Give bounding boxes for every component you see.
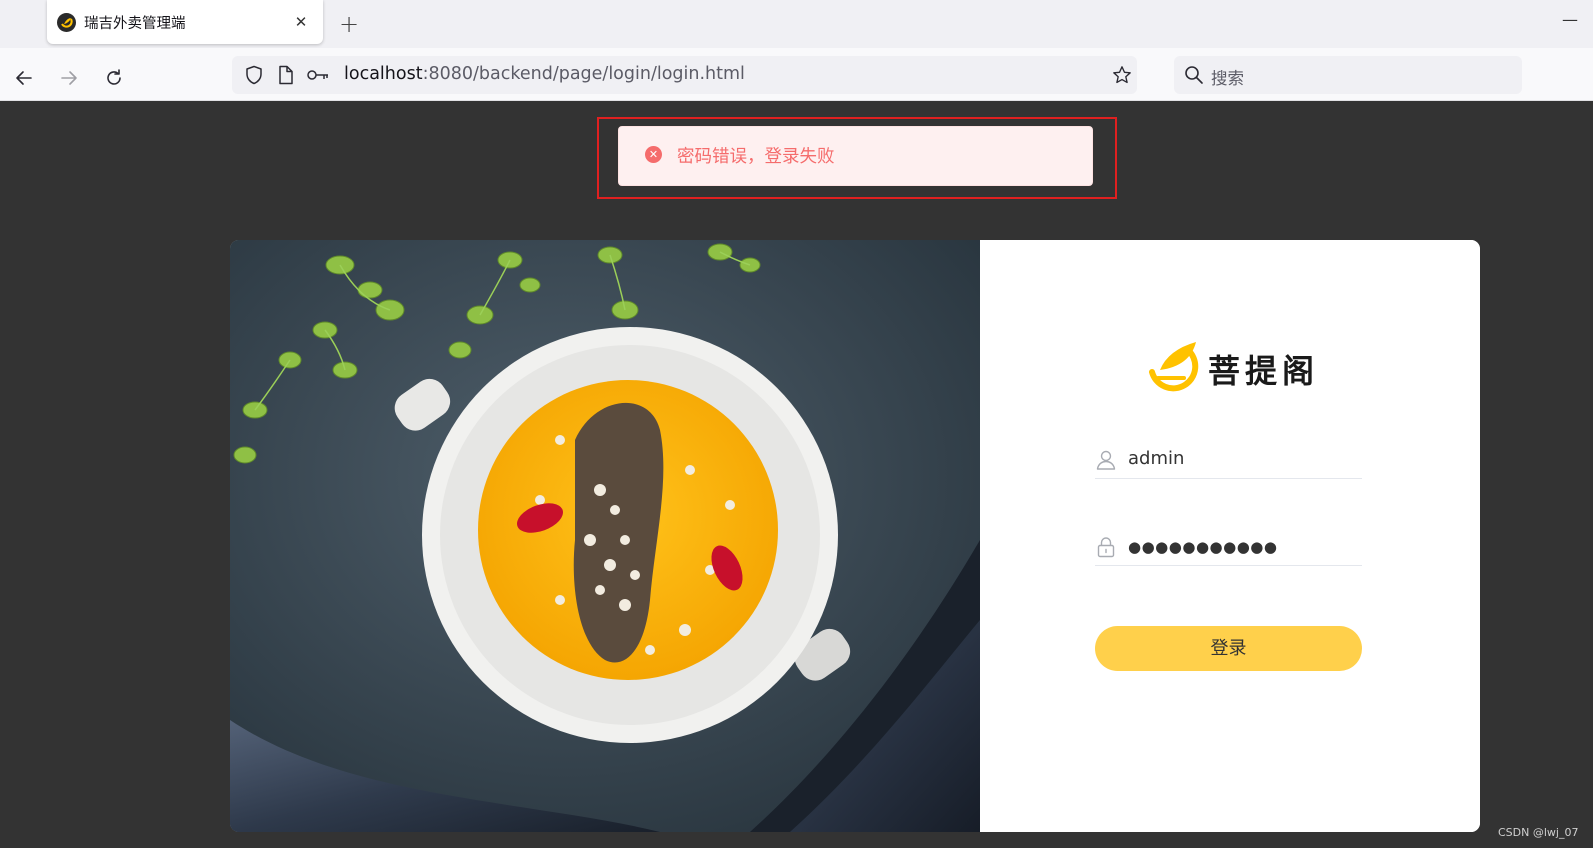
error-message-text: 密码错误，登录失败 xyxy=(677,147,835,167)
error-message-toast: ✕ 密码错误，登录失败 xyxy=(618,126,1093,186)
food-photo xyxy=(230,240,980,832)
login-card: 菩提阁 admin ●●●●●●●●●●● 登录 xyxy=(230,240,1480,832)
url-path: :8080/backend/page/login/login.html xyxy=(422,64,745,84)
arrow-left-icon xyxy=(16,71,32,85)
back-button[interactable] xyxy=(9,63,39,93)
user-icon xyxy=(1096,450,1116,470)
username-value: admin xyxy=(1128,448,1185,469)
watermark: CSDN @lwj_07 xyxy=(1498,826,1579,839)
password-value: ●●●●●●●●●●● xyxy=(1128,538,1278,556)
address-bar[interactable]: localhost:8080/backend/page/login/login.… xyxy=(232,56,1137,94)
brand-logo-icon xyxy=(1149,342,1199,392)
reload-button[interactable] xyxy=(99,63,129,93)
page-icon[interactable] xyxy=(276,65,296,85)
url-host: localhost xyxy=(344,64,423,84)
reload-icon xyxy=(107,69,121,85)
tab-strip: 瑞吉外卖管理端 ✕ + — xyxy=(0,0,1593,48)
username-field[interactable]: admin xyxy=(1095,442,1362,479)
password-field[interactable]: ●●●●●●●●●●● xyxy=(1095,529,1362,566)
new-tab-button[interactable]: + xyxy=(332,7,366,41)
browser-tab[interactable]: 瑞吉外卖管理端 ✕ xyxy=(47,0,323,44)
star-bookmark-icon[interactable] xyxy=(1112,65,1132,85)
search-icon xyxy=(1184,65,1204,89)
tab-title: 瑞吉外卖管理端 xyxy=(84,16,186,32)
brand-name: 菩提阁 xyxy=(1208,352,1320,390)
site-logo-icon xyxy=(57,13,76,32)
login-form-panel: 菩提阁 admin ●●●●●●●●●●● 登录 xyxy=(980,240,1480,832)
shield-icon[interactable] xyxy=(244,65,264,85)
search-placeholder: 搜索 xyxy=(1211,69,1244,88)
arrow-right-icon xyxy=(61,71,77,85)
url-text[interactable]: localhost:8080/backend/page/login/login.… xyxy=(344,64,745,84)
error-circle-icon: ✕ xyxy=(645,146,662,163)
forward-button[interactable] xyxy=(54,63,84,93)
key-icon[interactable] xyxy=(306,65,330,85)
brand-logo: 菩提阁 xyxy=(1140,336,1330,396)
lock-icon xyxy=(1097,537,1115,558)
login-button[interactable]: 登录 xyxy=(1095,626,1362,671)
minimize-window-button[interactable]: — xyxy=(1560,10,1580,30)
search-bar[interactable]: 搜索 xyxy=(1174,56,1522,94)
close-tab-icon[interactable]: ✕ xyxy=(287,8,315,36)
